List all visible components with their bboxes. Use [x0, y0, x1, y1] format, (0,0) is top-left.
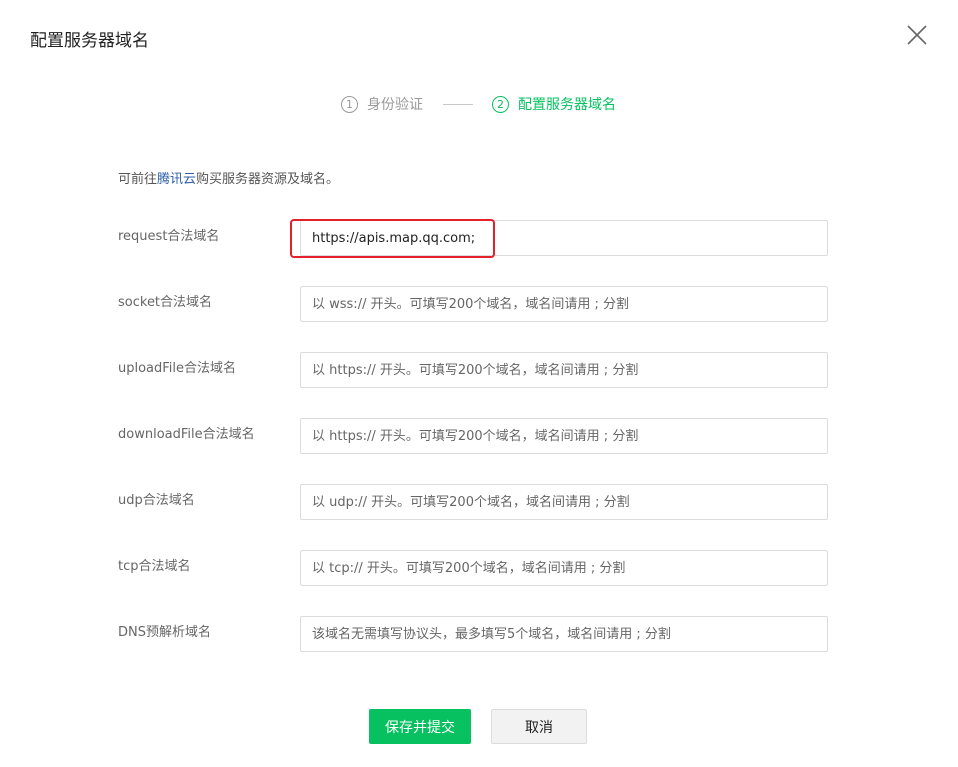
step-divider: [443, 103, 473, 105]
udp-domain-input[interactable]: [300, 484, 828, 520]
step-identity-verification: 1 身份验证: [341, 94, 423, 114]
step-number: 1: [341, 95, 358, 113]
cancel-button[interactable]: 取消: [491, 709, 587, 744]
intro-text: 可前往腾讯云购买服务器资源及域名。: [118, 170, 339, 190]
form-row-downloadfile: downloadFile合法域名: [118, 418, 828, 454]
dialog-title: 配置服务器域名: [30, 31, 149, 51]
intro-suffix: 购买服务器资源及域名。: [196, 172, 340, 187]
step-label: 配置服务器域名: [518, 97, 616, 113]
uploadfile-domain-label: uploadFile合法域名: [118, 361, 237, 376]
form-row-request: request合法域名: [118, 220, 828, 256]
request-domain-label: request合法域名: [118, 229, 220, 244]
step-label: 身份验证: [367, 97, 423, 113]
save-and-submit-button[interactable]: 保存并提交: [369, 709, 471, 744]
form-row-tcp: tcp合法域名: [118, 550, 828, 586]
downloadfile-domain-label: downloadFile合法域名: [118, 427, 255, 442]
downloadfile-domain-input[interactable]: [300, 418, 828, 454]
form-row-dns: DNS预解析域名: [118, 616, 828, 652]
uploadfile-domain-input[interactable]: [300, 352, 828, 388]
tcp-domain-label: tcp合法域名: [118, 559, 191, 574]
close-button[interactable]: [904, 22, 930, 48]
socket-domain-label: socket合法域名: [118, 295, 213, 310]
step-number: 2: [492, 95, 509, 113]
udp-domain-label: udp合法域名: [118, 493, 195, 508]
dns-prefetch-domain-input[interactable]: [300, 616, 828, 652]
socket-domain-input[interactable]: [300, 286, 828, 322]
configure-domain-dialog: 配置服务器域名 1 身份验证 2 配置服务器域名 可前往腾讯云购买服务器资源及域…: [0, 0, 958, 767]
tcp-domain-input[interactable]: [300, 550, 828, 586]
request-domain-input[interactable]: [300, 220, 828, 256]
intro-prefix: 可前往: [118, 172, 158, 187]
form-row-uploadfile: uploadFile合法域名: [118, 352, 828, 388]
dns-prefetch-domain-label: DNS预解析域名: [118, 625, 211, 640]
form-row-udp: udp合法域名: [118, 484, 828, 520]
tencent-cloud-link[interactable]: 腾讯云: [157, 172, 196, 187]
close-icon: [907, 25, 927, 45]
step-indicator: 1 身份验证 2 配置服务器域名: [341, 93, 616, 115]
form-row-socket: socket合法域名: [118, 286, 828, 322]
step-configure-domain: 2 配置服务器域名: [492, 94, 616, 114]
